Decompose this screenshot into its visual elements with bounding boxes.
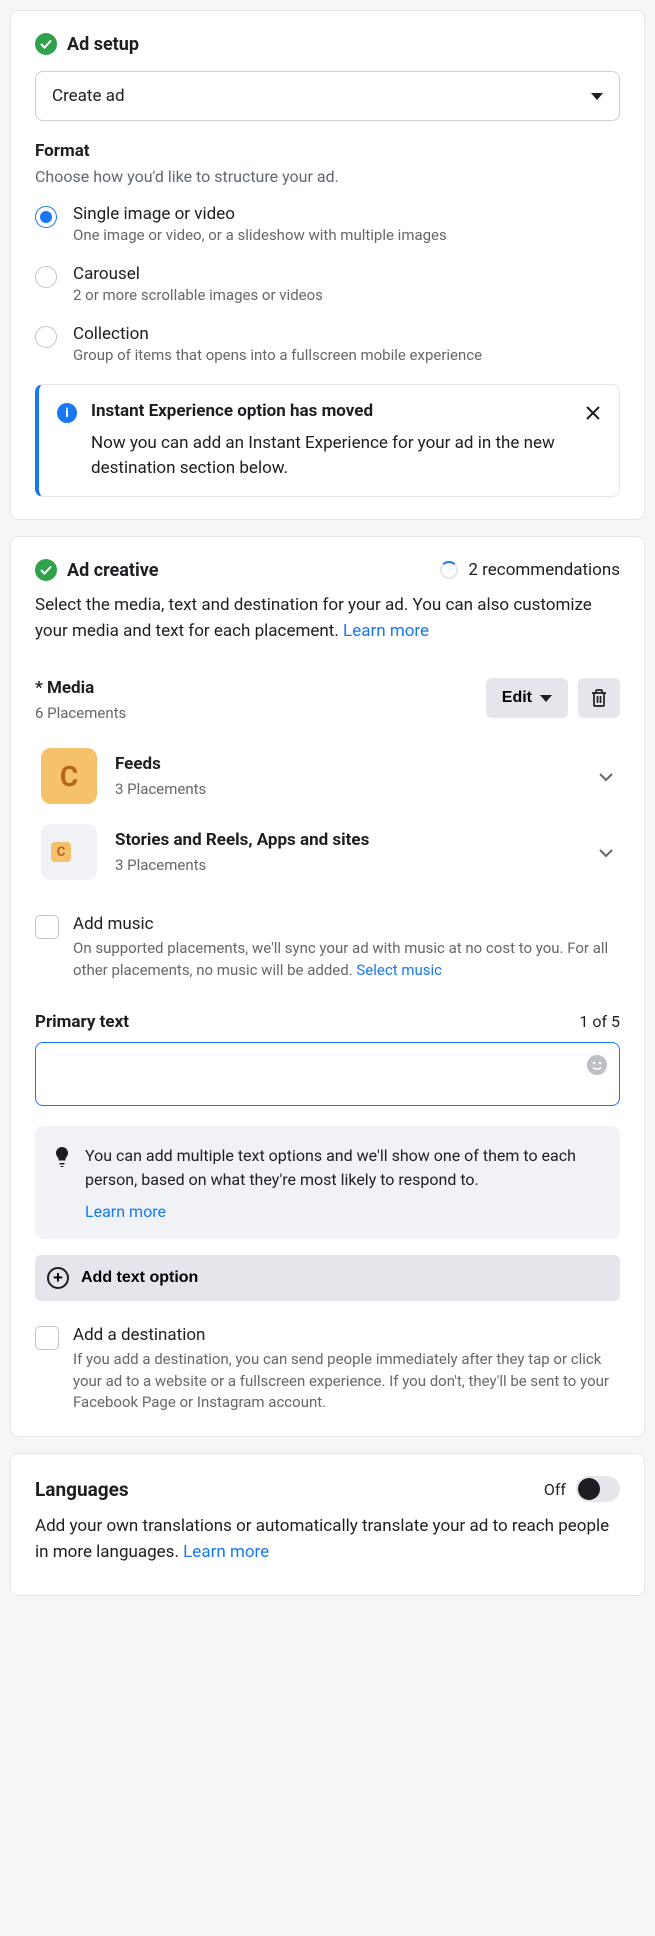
add-destination-desc: If you add a destination, you can send p…: [73, 1349, 620, 1414]
languages-desc: Add your own translations or automatical…: [35, 1514, 620, 1565]
check-icon: [35, 559, 57, 581]
radio-title: Single image or video: [73, 204, 447, 224]
media-item-title: Stories and Reels, Apps and sites: [115, 830, 580, 850]
media-item-sub: 3 Placements: [115, 780, 580, 798]
caret-down-icon: [540, 695, 552, 702]
radio-desc: One image or video, or a slideshow with …: [73, 226, 447, 244]
radio-desc: 2 or more scrollable images or videos: [73, 286, 323, 304]
ad-creative-desc: Select the media, text and destination f…: [35, 593, 620, 644]
close-icon[interactable]: [583, 403, 603, 423]
radio-button: [35, 326, 57, 348]
recommendations-text: 2 recommendations: [468, 560, 620, 580]
radio-collection[interactable]: Collection Group of items that opens int…: [35, 324, 620, 364]
media-item-title: Feeds: [115, 754, 580, 774]
primary-text-label: Primary text: [35, 1012, 129, 1032]
add-music-desc: On supported placements, we'll sync your…: [73, 938, 620, 982]
radio-carousel[interactable]: Carousel 2 or more scrollable images or …: [35, 264, 620, 304]
chevron-down-icon: [598, 767, 614, 786]
primary-text-input[interactable]: [35, 1042, 620, 1106]
radio-single-image[interactable]: Single image or video One image or video…: [35, 204, 620, 244]
format-desc: Choose how you'd like to structure your …: [35, 167, 620, 186]
format-radio-group: Single image or video One image or video…: [35, 204, 620, 364]
create-ad-dropdown[interactable]: Create ad: [35, 71, 620, 121]
select-music-link[interactable]: Select music: [356, 961, 442, 979]
instant-experience-notice: i Instant Experience option has moved No…: [35, 384, 620, 497]
media-item-sub: 3 Placements: [115, 856, 580, 874]
feeds-thumbnail: C: [41, 748, 97, 804]
languages-title: Languages: [35, 1478, 129, 1501]
radio-desc: Group of items that opens into a fullscr…: [73, 346, 482, 364]
primary-text-counter: 1 of 5: [579, 1012, 620, 1031]
delete-media-button[interactable]: [578, 678, 620, 718]
add-music-checkbox[interactable]: [35, 915, 59, 939]
notice-title: Instant Experience option has moved: [91, 401, 571, 421]
edit-media-button[interactable]: Edit: [486, 678, 568, 718]
ad-setup-title: Ad setup: [67, 34, 139, 55]
primary-text-tip: You can add multiple text options and we…: [35, 1126, 620, 1239]
ad-creative-title: Ad creative: [67, 560, 158, 581]
radio-title: Carousel: [73, 264, 323, 284]
caret-down-icon: [591, 93, 603, 100]
radio-button: [35, 206, 57, 228]
languages-toggle[interactable]: [576, 1476, 620, 1502]
tip-text: You can add multiple text options and we…: [85, 1144, 602, 1192]
add-destination-label: Add a destination: [73, 1325, 620, 1345]
media-placements: 6 Placements: [35, 704, 126, 722]
trash-icon: [590, 688, 608, 708]
languages-toggle-label: Off: [544, 1480, 566, 1499]
tip-learn-more-link[interactable]: Learn more: [85, 1202, 602, 1221]
chevron-down-icon: [598, 843, 614, 862]
add-music-label: Add music: [73, 914, 620, 934]
spinner-icon: [440, 561, 458, 579]
add-destination-checkbox[interactable]: [35, 1326, 59, 1350]
add-text-option-button[interactable]: + Add text option: [35, 1255, 620, 1301]
radio-title: Collection: [73, 324, 482, 344]
media-label: * Media: [35, 678, 126, 698]
plus-icon: +: [47, 1267, 69, 1289]
check-icon: [35, 33, 57, 55]
radio-button: [35, 266, 57, 288]
info-icon: i: [57, 403, 77, 423]
toggle-knob: [578, 1478, 600, 1500]
notice-body: Now you can add an Instant Experience fo…: [91, 431, 571, 480]
format-label: Format: [35, 141, 620, 161]
languages-card: Languages Off Add your own translations …: [10, 1453, 645, 1596]
languages-learn-more-link[interactable]: Learn more: [183, 1542, 269, 1562]
dropdown-value: Create ad: [52, 86, 125, 106]
media-item-stories[interactable]: C Stories and Reels, Apps and sites 3 Pl…: [35, 814, 620, 890]
bulb-icon: [53, 1146, 71, 1221]
learn-more-link[interactable]: Learn more: [343, 621, 429, 641]
ad-setup-card: Ad setup Create ad Format Choose how you…: [10, 10, 645, 520]
ad-creative-card: Ad creative 2 recommendations Select the…: [10, 536, 645, 1437]
recommendations-link[interactable]: 2 recommendations: [440, 560, 620, 580]
media-item-feeds[interactable]: C Feeds 3 Placements: [35, 738, 620, 814]
stories-thumbnail: C: [41, 824, 97, 880]
emoji-icon[interactable]: [586, 1054, 608, 1076]
